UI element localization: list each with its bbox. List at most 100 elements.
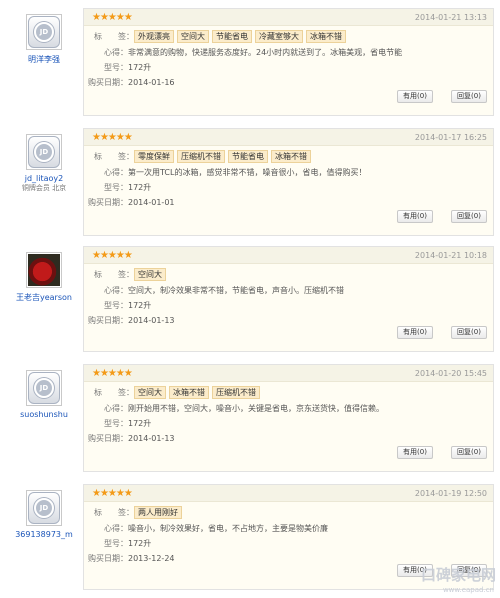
model-label: 型号： (104, 419, 128, 428)
tag[interactable]: 外观漂亮 (134, 30, 174, 43)
comment-text: 第一次用TCL的冰箱，感觉非常不错，噪音很小，省电，值得购买！ (128, 168, 367, 177)
useful-button[interactable]: 有用(0) (397, 90, 433, 103)
review-date: 2014-01-17 16:25 (414, 133, 487, 142)
model-label: 型号： (104, 539, 128, 548)
tag[interactable]: 节能省电 (212, 30, 252, 43)
model-value: 172升 (128, 183, 152, 192)
watermark-text: 口碑家电网 (420, 566, 496, 584)
comment-text: 非常满意的购物，快递服务态度好。24小时内就送到了。冰箱美观，省电节能 (128, 48, 403, 57)
review-item: 王老吉yearson ★★★★★ 2014-01-21 10:18 标 签： 空间大心得… (0, 246, 500, 352)
reviewer-info: JD suoshunshu (8, 370, 80, 419)
review-item: JD suoshunshu ★★★★★ 2014-01-20 15:45 标 签： 空间大… (0, 364, 500, 472)
tag[interactable]: 压缩机不错 (212, 386, 260, 399)
reply-button[interactable]: 回复(0) (451, 210, 487, 223)
tags-label: 标 签： (94, 32, 134, 41)
jd-default-icon: JD (28, 492, 60, 524)
comment-label: 心得： (104, 48, 128, 57)
purchase-row: 购买日期：2014-01-01 (88, 197, 175, 208)
useful-button[interactable]: 有用(0) (397, 210, 433, 223)
purchase-row: 购买日期：2013-12-24 (88, 553, 175, 564)
username-link[interactable]: 369138973_m (8, 530, 80, 539)
review-item: JD 明洋李强 ★★★★★ 2014-01-21 13:13 标 签： 外观漂亮 空间大 节能… (0, 8, 500, 116)
comment-text: 噪音小，制冷效果好，省电，不占地方，主要是物美价廉 (128, 524, 328, 533)
avatar[interactable]: JD (26, 14, 62, 50)
tag[interactable]: 空间大 (177, 30, 209, 43)
username-link[interactable]: suoshunshu (8, 410, 80, 419)
comment-label: 心得： (104, 168, 128, 177)
model-row: 型号：172升 (104, 538, 151, 549)
tags-row: 标 签： 零度保鲜 压缩机不错 节能省电 冰箱不错 (94, 150, 314, 163)
username-link[interactable]: 明洋李强 (8, 54, 80, 65)
purchase-row: 购买日期：2014-01-13 (88, 433, 175, 444)
avatar-photo (28, 254, 60, 286)
tag[interactable]: 冰箱不错 (169, 386, 209, 399)
model-value: 172升 (128, 301, 152, 310)
avatar[interactable] (26, 252, 62, 288)
review-header: ★★★★★ 2014-01-19 12:50 (84, 485, 493, 502)
model-row: 型号：172升 (104, 182, 151, 193)
purchase-date: 2014-01-13 (128, 434, 175, 443)
reviewer-info: 王老吉yearson (8, 252, 80, 303)
tag[interactable]: 冷藏室够大 (255, 30, 303, 43)
username-link[interactable]: 王老吉yearson (8, 292, 80, 303)
reply-button[interactable]: 回复(0) (451, 446, 487, 459)
comment-text: 刚开始用不错，空间大，噪音小，关键是省电，京东送货快，值得信赖。 (128, 404, 384, 413)
tag[interactable]: 零度保鲜 (134, 150, 174, 163)
reviewer-info: JD 369138973_m (8, 490, 80, 539)
comment-row: 心得：刚开始用不错，空间大，噪音小，关键是省电，京东送货快，值得信赖。 (104, 403, 384, 414)
review-box: ★★★★★ 2014-01-21 10:18 标 签： 空间大心得：空间大，制冷效果非… (83, 246, 494, 352)
purchase-label: 购买日期： (88, 554, 128, 563)
useful-button[interactable]: 有用(0) (397, 326, 433, 339)
purchase-date: 2013-12-24 (128, 554, 175, 563)
tag[interactable]: 空间大 (134, 386, 166, 399)
review-date: 2014-01-19 12:50 (414, 489, 487, 498)
purchase-label: 购买日期： (88, 316, 128, 325)
rating-stars-icon: ★★★★★ (92, 132, 133, 143)
watermark-logo: 口碑家电网 www.eapad.cn (366, 562, 496, 594)
comment-label: 心得： (104, 404, 128, 413)
jd-logo-icon: JD (34, 378, 54, 398)
review-box: ★★★★★ 2014-01-21 13:13 标 签： 外观漂亮 空间大 节能省电 冷藏室够… (83, 8, 494, 116)
avatar[interactable]: JD (26, 370, 62, 406)
model-row: 型号：172升 (104, 418, 151, 429)
reply-button[interactable]: 回复(0) (451, 326, 487, 339)
jd-logo-icon: JD (34, 22, 54, 42)
jd-default-icon: JD (28, 136, 60, 168)
review-header: ★★★★★ 2014-01-21 10:18 (84, 247, 493, 264)
purchase-date: 2014-01-01 (128, 198, 175, 207)
model-value: 172升 (128, 539, 152, 548)
jd-logo-icon: JD (34, 498, 54, 518)
tags-label: 标 签： (94, 270, 134, 279)
tag[interactable]: 两人用刚好 (134, 506, 182, 519)
review-header: ★★★★★ 2014-01-20 15:45 (84, 365, 493, 382)
tag[interactable]: 压缩机不错 (177, 150, 225, 163)
reviewer-info: JD 明洋李强 (8, 14, 80, 65)
purchase-label: 购买日期： (88, 198, 128, 207)
member-level: 铜牌会员 北京 (21, 184, 67, 192)
model-label: 型号： (104, 183, 128, 192)
tag[interactable]: 空间大 (134, 268, 166, 281)
jd-logo-icon: JD (34, 142, 54, 162)
review-date: 2014-01-20 15:45 (414, 369, 487, 378)
avatar[interactable]: JD (26, 490, 62, 526)
review-header: ★★★★★ 2014-01-21 13:13 (84, 9, 493, 26)
review-box: ★★★★★ 2014-01-17 16:25 标 签： 零度保鲜 压缩机不错 节能省电 冰箱… (83, 128, 494, 236)
avatar[interactable]: JD (26, 134, 62, 170)
jd-default-icon: JD (28, 372, 60, 404)
tag[interactable]: 冰箱不错 (271, 150, 311, 163)
reviewer-info: JD jd_litaoy2 铜牌会员 北京 (8, 134, 80, 193)
model-value: 172升 (128, 419, 152, 428)
tag[interactable]: 节能省电 (228, 150, 268, 163)
tags-row: 标 签： 两人用刚好 (94, 506, 185, 519)
comment-row: 心得：噪音小，制冷效果好，省电，不占地方，主要是物美价廉 (104, 523, 328, 534)
comment-row: 心得：空间大，制冷效果非常不错，节能省电，声音小。压缩机不错 (104, 285, 344, 296)
tag[interactable]: 冰箱不错 (306, 30, 346, 43)
purchase-date: 2014-01-16 (128, 78, 175, 87)
rating-stars-icon: ★★★★★ (92, 368, 133, 379)
comment-text: 空间大，制冷效果非常不错，节能省电，声音小。压缩机不错 (128, 286, 344, 295)
useful-button[interactable]: 有用(0) (397, 446, 433, 459)
tags-row: 标 签： 外观漂亮 空间大 节能省电 冷藏室够大 冰箱不错 (94, 30, 349, 43)
reply-button[interactable]: 回复(0) (451, 90, 487, 103)
model-label: 型号： (104, 301, 128, 310)
username-link[interactable]: jd_litaoy2 (8, 174, 80, 183)
